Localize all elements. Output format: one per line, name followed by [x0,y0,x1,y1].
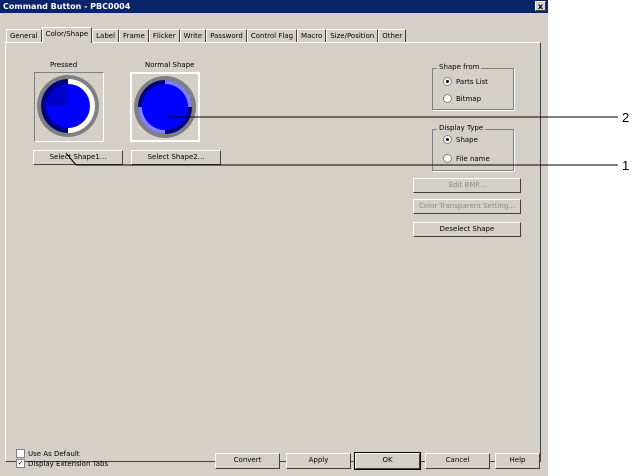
tab-color-shape[interactable]: Color/Shape [41,27,93,43]
callout-line-1a [65,152,77,166]
callout-number-2: 2 [622,110,630,125]
callout-number-1: 1 [622,158,630,173]
callout-lines [65,116,618,166]
